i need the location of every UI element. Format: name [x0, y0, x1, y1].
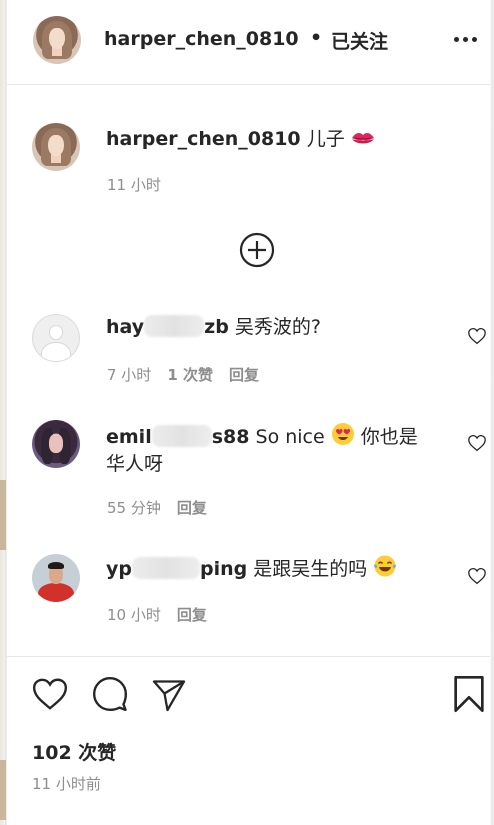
comment-text: So nice [255, 426, 325, 448]
comment-text-line2: 华人呀 [106, 453, 164, 475]
caption: harper_chen_0810 儿子 [106, 124, 375, 151]
comment: hay zb 吴秀波的? [106, 314, 321, 341]
comment: yp ping 是跟吴生的吗 [106, 554, 397, 583]
bookmark-icon[interactable] [452, 674, 486, 714]
comment-avatar[interactable] [32, 314, 80, 362]
comment-username[interactable]: emil s88 [106, 425, 250, 448]
actions-divider [7, 656, 490, 657]
comment-text: 是跟吴生的吗 [253, 558, 368, 580]
comment-meta: 55 分钟 回复 [107, 497, 207, 518]
redacted-username [144, 315, 205, 337]
edge-artifact [0, 480, 6, 550]
comment-time: 55 分钟 [107, 499, 161, 517]
caption-username[interactable]: harper_chen_0810 [106, 128, 301, 150]
comment-avatar[interactable] [32, 420, 80, 468]
avatar-face [49, 27, 65, 49]
avatar-face [48, 134, 64, 156]
comment-time: 7 小时 [107, 366, 152, 384]
username-end: s88 [211, 426, 250, 448]
username-end: ping [200, 558, 248, 580]
more-dot [454, 37, 459, 42]
comment: emil s88 So nice 你也是 华人呀 [106, 422, 456, 478]
placeholder-head [48, 325, 64, 340]
tears-of-joy-emoji-icon [374, 555, 397, 577]
following-status-button[interactable]: 已关注 [331, 27, 388, 54]
post-timestamp: 11 小时前 [32, 775, 101, 793]
kiss-lips-icon [351, 133, 374, 144]
username-start: hay [106, 316, 145, 338]
likes-count[interactable]: 102 次赞 [32, 738, 116, 765]
username-start: yp [106, 558, 132, 580]
caption-time: 11 小时 [107, 176, 161, 194]
author-username[interactable]: harper_chen_0810 [104, 28, 299, 50]
comment-text-continued: 你也是 [360, 426, 418, 448]
comment-meta: 7 小时 1 次赞 回复 [107, 364, 259, 385]
comment-time: 10 小时 [107, 606, 161, 624]
more-dot [472, 37, 477, 42]
comment-text: 吴秀波的? [234, 316, 321, 338]
heart-eyes-emoji-icon [331, 423, 354, 445]
more-dot [463, 37, 468, 42]
screenshot-right-edge [490, 0, 494, 825]
redacted-username [132, 557, 200, 579]
comment-bubble-icon[interactable] [90, 675, 130, 713]
comment-heart-icon[interactable] [467, 327, 487, 345]
comment-heart-icon[interactable] [467, 434, 487, 452]
caption-author-avatar[interactable] [32, 123, 80, 171]
comment-username[interactable]: yp ping [106, 557, 248, 580]
reply-button[interactable]: 回复 [177, 606, 207, 624]
username-end: zb [204, 316, 229, 338]
edge-artifact [0, 760, 6, 820]
post-header: harper_chen_0810 • 已关注 [7, 0, 490, 85]
author-avatar[interactable] [33, 16, 81, 64]
heart-icon[interactable] [31, 676, 69, 712]
comment-likes[interactable]: 1 次赞 [167, 366, 213, 384]
reply-button[interactable]: 回复 [229, 366, 259, 384]
comment-heart-icon[interactable] [467, 567, 487, 585]
avatar-hair [47, 561, 65, 570]
comment-meta: 10 小时 回复 [107, 604, 207, 625]
separator-dot: • [310, 27, 323, 49]
caption-text: 儿子 [306, 128, 345, 150]
reply-button[interactable]: 回复 [177, 499, 207, 517]
redacted-username [151, 425, 212, 447]
screenshot-left-edge [0, 0, 7, 825]
avatar-face [49, 434, 63, 453]
more-horizontal-icon[interactable] [454, 37, 477, 42]
comment-avatar[interactable] [32, 554, 80, 602]
placeholder-body [41, 341, 71, 361]
username-start: emil [106, 426, 152, 448]
comment-username[interactable]: hay zb [106, 315, 229, 338]
plus-circle-icon[interactable] [239, 232, 275, 268]
avatar-shirt [37, 582, 75, 602]
paper-plane-icon[interactable] [150, 677, 188, 713]
